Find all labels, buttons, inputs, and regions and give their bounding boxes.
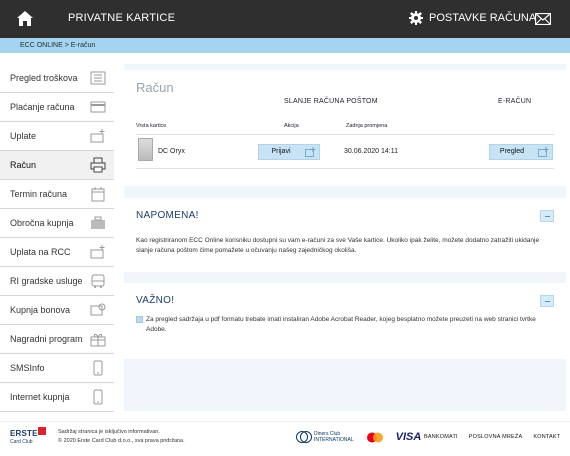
breadcrumb[interactable]: ECC ONLINE > E-račun <box>0 38 570 53</box>
col-header-slanje: SLANJE RAČUNA POŠTOM <box>284 98 378 105</box>
prijavi-label: Prijavi <box>271 148 291 155</box>
bus-icon <box>91 274 105 288</box>
card-thumbnail <box>138 138 153 161</box>
settings-button[interactable]: POSTAVKE RAČUNA <box>409 11 536 25</box>
app-title[interactable]: PRIVATNE KARTICE <box>68 12 175 24</box>
footer: ERSTE Card Club Sadržaj stranica je iskl… <box>0 421 570 456</box>
top-bar: PRIVATNE KARTICE POSTAVKE RAČUNA <box>0 0 570 38</box>
gift-icon <box>90 333 106 347</box>
diners-sub: INTERNATIONAL <box>314 437 354 443</box>
card-icon <box>90 101 106 113</box>
phone-icon <box>93 389 103 405</box>
voucher-icon <box>90 303 106 316</box>
napomena-title: NAPOMENA! <box>136 210 199 221</box>
briefcase-icon <box>91 216 105 229</box>
sidebar-item[interactable]: RI gradske usluge <box>0 267 114 296</box>
footer-links: BANKOMATI POSLOVNA MREŽA KONTAKT <box>424 434 560 440</box>
link-poslovna-mreza[interactable]: POSLOVNA MREŽA <box>469 434 523 440</box>
sidebar-item-label: Kupnja bonova <box>10 305 71 315</box>
pregled-button[interactable]: Pregled <box>489 144 553 160</box>
napomena-panel: NAPOMENA! Kao registriranom ECC Online k… <box>124 198 566 272</box>
card-plus-icon <box>90 129 105 143</box>
last-change-date: 30.06.2020 14:11 <box>344 148 398 155</box>
diners-icon <box>296 431 312 443</box>
link-kontakt[interactable]: KONTAKT <box>533 434 560 440</box>
mail-icon[interactable] <box>535 13 551 25</box>
sidebar-item-label: Termin računa <box>10 189 68 199</box>
payment-logos: Diners Club INTERNATIONAL VISA <box>296 431 421 443</box>
sidebar-item-label: Plaćanje računa <box>10 102 75 112</box>
sidebar-item-label: Uplate <box>10 131 37 141</box>
sidebar-item-label: Internet kupnja <box>10 392 70 402</box>
gear-icon <box>409 11 423 25</box>
pregled-label: Pregled <box>499 148 525 155</box>
col-header-eracun: E-RAČUN <box>498 98 532 105</box>
link-bankomati[interactable]: BANKOMATI <box>424 434 458 440</box>
footer-text: Sadržaj stranica je isključivo informati… <box>58 428 185 446</box>
sidebar-item[interactable]: SMSInfo <box>0 354 114 383</box>
racun-panel: Račun SLANJE RAČUNA POŠTOM E-RAČUN Vrsta… <box>124 70 566 186</box>
visa-logo: VISA <box>395 431 422 443</box>
erste-logo-sub: Card Club <box>10 439 33 445</box>
sidebar-item[interactable]: Uplate <box>0 122 114 151</box>
sidebar-item-label: Obročna kupnja <box>10 218 74 228</box>
main-content: Račun SLANJE RAČUNA POŠTOM E-RAČUN Vrsta… <box>124 64 566 411</box>
vazno-text: Za pregled sadržaja u pdf formatu trebat… <box>146 316 536 333</box>
erste-mark-icon <box>38 427 46 435</box>
sidebar-item-label: RI gradske usluge <box>10 276 83 286</box>
sidebar-item[interactable]: Kupnja bonova <box>0 296 114 325</box>
vazno-title: VAŽNO! <box>136 295 175 306</box>
plus-icon <box>305 147 316 157</box>
sidebar-item[interactable]: Plaćanje računa <box>0 93 114 122</box>
check-icon <box>136 316 143 323</box>
card-name: DC Oryx <box>158 148 185 155</box>
erste-logo[interactable]: ERSTE <box>10 429 38 438</box>
divider <box>136 168 554 169</box>
sidebar-item-label: Nagradni program <box>10 334 83 344</box>
sidebar-item[interactable]: Obročna kupnja <box>0 209 114 238</box>
sidebar-item[interactable]: Uplata na RCC <box>0 238 114 267</box>
footer-line-1: Sadržaj stranica je isključivo informati… <box>58 429 160 435</box>
home-icon[interactable] <box>16 10 34 27</box>
sidebar-item[interactable]: Račun <box>0 151 114 180</box>
header-zadnja-promjena: Zadnja promjena <box>346 123 388 129</box>
mastercard-icon <box>366 432 383 442</box>
sidebar: Pregled troškova Plaćanje računa Uplate Rač… <box>0 64 114 412</box>
sidebar-item[interactable]: Nagradni program <box>0 325 114 354</box>
card-plus-icon <box>90 245 105 259</box>
page-title: Račun <box>136 80 174 95</box>
settings-label: POSTAVKE RAČUNA <box>429 12 537 24</box>
sidebar-item-label: Račun <box>10 160 37 170</box>
phone-icon <box>93 360 103 376</box>
collapse-button[interactable] <box>540 295 554 307</box>
printer-icon <box>90 157 106 173</box>
divider <box>136 134 554 135</box>
diners-logo: Diners Club INTERNATIONAL <box>296 431 354 443</box>
plus-icon <box>538 147 549 157</box>
header-akcija: Akcija <box>284 123 299 129</box>
calendar-icon <box>91 187 105 202</box>
napomena-text: Kao registriranom ECC Online korisniku d… <box>136 237 540 254</box>
footer-line-2: © 2020 Erste Card Club d.o.o., sva prava… <box>58 438 185 444</box>
sidebar-item[interactable]: Internet kupnja <box>0 383 114 412</box>
collapse-button[interactable] <box>540 210 554 222</box>
header-vrsta-kartice: Vrsta kartice <box>136 123 167 129</box>
sidebar-item[interactable]: Pregled troškova <box>0 64 114 93</box>
prijavi-button[interactable]: Prijavi <box>258 144 320 160</box>
sidebar-item-label: SMSInfo <box>10 363 45 373</box>
sidebar-item[interactable]: Termin računa <box>0 180 114 209</box>
sidebar-item-label: Uplata na RCC <box>10 247 71 257</box>
vazno-panel: VAŽNO! Za pregled sadržaja u pdf formatu… <box>124 283 566 359</box>
sidebar-item-label: Pregled troškova <box>10 73 78 83</box>
list-icon <box>90 71 106 85</box>
